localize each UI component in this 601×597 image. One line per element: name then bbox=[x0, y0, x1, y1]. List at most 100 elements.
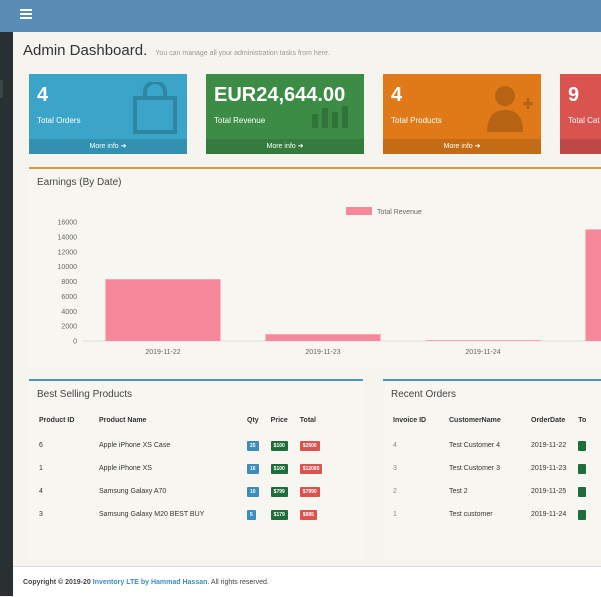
table-row: 2 Test 2 2019-11-25 bbox=[387, 480, 592, 503]
col-order-date: OrderDate bbox=[525, 417, 572, 434]
qty-badge: 16 bbox=[247, 464, 259, 474]
col-qty: Qty bbox=[241, 417, 265, 434]
y-tick-label: 10000 bbox=[58, 264, 78, 271]
total-badge bbox=[578, 487, 585, 497]
total-badge: $895 bbox=[300, 510, 317, 520]
total-categories-box: 9 Total Cat bbox=[560, 74, 601, 154]
more-info-link-products[interactable]: More info ➜ bbox=[383, 139, 541, 154]
price-badge: $100 bbox=[271, 464, 288, 474]
total-orders-label: Total Orders bbox=[37, 116, 81, 125]
recent-orders-title: Recent Orders bbox=[391, 389, 456, 400]
recent-orders-table: Invoice ID CustomerName OrderDate To 4 T… bbox=[387, 417, 592, 526]
total-orders-box: 4 Total Orders More info ➜ bbox=[29, 74, 187, 154]
order-date: 2019-11-25 bbox=[525, 480, 572, 503]
table-row: 1 Test customer 2019-11-24 bbox=[387, 503, 592, 526]
top-navbar bbox=[0, 0, 601, 32]
product-id: 4 bbox=[33, 480, 93, 503]
sidebar-marker bbox=[0, 80, 3, 98]
y-tick-label: 2000 bbox=[61, 324, 77, 331]
invoice-id: 1 bbox=[387, 503, 443, 526]
customer-name: Test customer bbox=[443, 503, 525, 526]
chart-bar[interactable] bbox=[426, 340, 541, 341]
total-revenue-box: EUR24,644.00 Total Revenue More info ➜ bbox=[206, 74, 364, 154]
best-selling-panel: Best Selling Products Product ID Product… bbox=[29, 379, 363, 559]
more-info-link-categories[interactable] bbox=[560, 139, 601, 154]
rights-text: . All rights reserved. bbox=[207, 579, 268, 586]
col-invoice-id: Invoice ID bbox=[387, 417, 443, 434]
page-title: Admin Dashboard. You can manage all your… bbox=[23, 42, 330, 59]
best-selling-table: Product ID Product Name Qty Price Total … bbox=[33, 417, 328, 526]
footer-link[interactable]: Inventory LTE by Hammad Hassan bbox=[93, 579, 208, 586]
chart-bar[interactable] bbox=[106, 279, 221, 341]
table-row: 3 Test Customer 3 2019-11-23 bbox=[387, 457, 592, 480]
table-row: 4 Samsung Galaxy A70 10 $799 $7990 bbox=[33, 480, 328, 503]
total-products-label: Total Products bbox=[391, 116, 442, 125]
x-tick-label: 2019-11-23 bbox=[305, 349, 340, 356]
total-revenue-label: Total Revenue bbox=[214, 116, 265, 125]
y-tick-label: 0 bbox=[73, 339, 77, 346]
product-name: Apple iPhone XS bbox=[93, 457, 241, 480]
customer-name: Test Customer 3 bbox=[443, 457, 525, 480]
y-tick-label: 8000 bbox=[61, 279, 77, 286]
best-selling-title: Best Selling Products bbox=[37, 389, 132, 400]
product-id: 3 bbox=[33, 503, 93, 526]
table-row: 6 Apple iPhone XS Case 25 $100 $2500 bbox=[33, 434, 328, 457]
earnings-chart-panel: Earnings (By Date) Total Revenue16000140… bbox=[29, 167, 601, 369]
total-badge: $7990 bbox=[300, 487, 320, 497]
total-badge: $12085 bbox=[300, 464, 323, 474]
qty-badge: 25 bbox=[247, 441, 259, 451]
total-products-value: 4 bbox=[391, 84, 402, 107]
total-badge bbox=[578, 441, 585, 451]
price-badge: $799 bbox=[271, 487, 288, 497]
copyright-text: Copyright © 2019-20 bbox=[23, 579, 91, 586]
invoice-id: 4 bbox=[387, 434, 443, 457]
qty-badge: 5 bbox=[247, 510, 256, 520]
col-price: Price bbox=[265, 417, 294, 434]
total-badge bbox=[578, 464, 585, 474]
x-tick-label: 2019-11-24 bbox=[465, 349, 500, 356]
invoice-id: 3 bbox=[387, 457, 443, 480]
y-tick-label: 4000 bbox=[61, 309, 77, 316]
col-total: To bbox=[572, 417, 592, 434]
page-subtitle: You can manage all your administration t… bbox=[155, 50, 329, 57]
earnings-chart: Total Revenue160001400012000100008000600… bbox=[29, 169, 601, 367]
order-date: 2019-11-23 bbox=[525, 457, 572, 480]
page-title-text: Admin Dashboard. bbox=[23, 42, 147, 59]
user-add-icon bbox=[485, 82, 533, 132]
qty-badge: 10 bbox=[247, 487, 259, 497]
price-badge: $179 bbox=[271, 510, 288, 520]
table-header-row: Product ID Product Name Qty Price Total bbox=[33, 417, 328, 434]
product-id: 6 bbox=[33, 434, 93, 457]
table-header-row: Invoice ID CustomerName OrderDate To bbox=[387, 417, 592, 434]
y-tick-label: 16000 bbox=[58, 220, 78, 227]
legend-label: Total Revenue bbox=[377, 209, 422, 216]
product-name: Apple iPhone XS Case bbox=[93, 434, 241, 457]
order-date: 2019-11-22 bbox=[525, 434, 572, 457]
table-row: 3 Samsung Galaxy M20 BEST BUY 5 $179 $89… bbox=[33, 503, 328, 526]
y-tick-label: 12000 bbox=[58, 249, 78, 256]
col-product-id: Product ID bbox=[33, 417, 93, 434]
chart-bar[interactable] bbox=[266, 334, 381, 341]
more-info-link-orders[interactable]: More info ➜ bbox=[29, 139, 187, 154]
total-products-box: 4 Total Products More info ➜ bbox=[383, 74, 541, 154]
customer-name: Test Customer 4 bbox=[443, 434, 525, 457]
col-customer-name: CustomerName bbox=[443, 417, 525, 434]
chart-bar[interactable] bbox=[586, 229, 601, 341]
price-badge: $100 bbox=[271, 441, 288, 451]
order-date: 2019-11-24 bbox=[525, 503, 572, 526]
product-id: 1 bbox=[33, 457, 93, 480]
more-info-link-revenue[interactable]: More info ➜ bbox=[206, 139, 364, 154]
footer-text: Copyright © 2019-20 Inventory LTE by Ham… bbox=[23, 579, 269, 586]
y-tick-label: 14000 bbox=[58, 234, 78, 241]
footer: Copyright © 2019-20 Inventory LTE by Ham… bbox=[13, 566, 601, 597]
total-categories-label: Total Cat bbox=[568, 116, 600, 125]
sidebar bbox=[0, 0, 13, 596]
hamburger-icon[interactable] bbox=[20, 9, 32, 21]
total-badge bbox=[578, 510, 585, 520]
invoice-id: 2 bbox=[387, 480, 443, 503]
total-badge: $2500 bbox=[300, 441, 320, 451]
legend-swatch[interactable] bbox=[346, 207, 372, 215]
table-row: 4 Test Customer 4 2019-11-22 bbox=[387, 434, 592, 457]
recent-orders-panel: Recent Orders Invoice ID CustomerName Or… bbox=[383, 379, 601, 559]
shopping-bag-icon bbox=[131, 82, 179, 134]
